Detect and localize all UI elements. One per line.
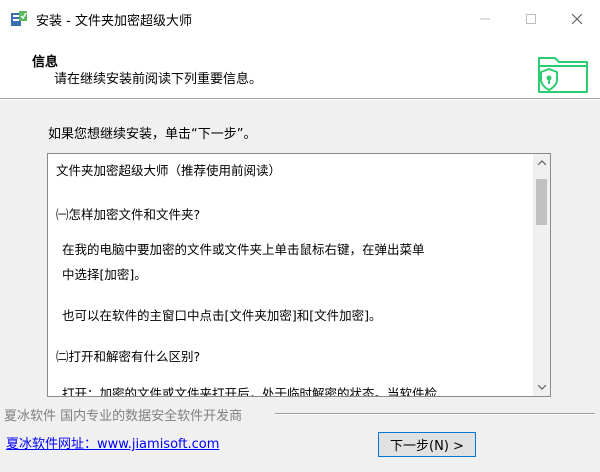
readme-line: 在我的电脑中要加密的文件或文件夹上单击鼠标右键，在弹出菜单 xyxy=(62,242,425,257)
vertical-scrollbar[interactable] xyxy=(533,154,550,396)
close-icon xyxy=(572,14,582,24)
shield-folder-icon xyxy=(538,57,588,93)
scroll-down-button[interactable] xyxy=(533,379,550,396)
readme-line: 打开：加密的文件或文件夹打开后，处于临时解密的状态。当软件检 xyxy=(62,386,438,397)
maximize-button[interactable] xyxy=(508,0,554,38)
page-header: 信息 请在继续安装前阅读下列重要信息。 xyxy=(0,38,600,98)
readme-line: 也可以在软件的主窗口中点击[文件夹加密]和[文件加密]。 xyxy=(62,308,382,323)
next-button[interactable]: 下一步(N) > xyxy=(378,432,476,457)
chevron-down-icon xyxy=(537,385,546,390)
scroll-thumb[interactable] xyxy=(536,179,547,225)
installer-app-icon xyxy=(11,11,27,26)
website-link[interactable]: 夏冰软件网址：www.jiamisoft.com xyxy=(6,433,219,452)
title-bar: 安装 - 文件夹加密超级大师 xyxy=(0,0,600,38)
readme-line: 文件夹加密超级大师（推荐使用前阅读） xyxy=(56,163,282,178)
header-divider-highlight xyxy=(0,99,600,100)
vendor-label: 夏冰软件 国内专业的数据安全软件开发商 xyxy=(4,409,243,424)
readme-textbox[interactable]: 文件夹加密超级大师（推荐使用前阅读） ㈠怎样加密文件和文件夹? 在我的电脑中要加… xyxy=(47,153,551,397)
scroll-up-button[interactable] xyxy=(533,154,550,171)
minimize-icon xyxy=(480,18,490,20)
readme-line: ㈡打开和解密有什么区别? xyxy=(56,349,201,364)
instruction-text: 如果您想继续安装，单击“下一步”。 xyxy=(48,127,257,142)
close-button[interactable] xyxy=(554,0,600,38)
maximize-icon xyxy=(526,14,536,24)
page-subtitle: 请在继续安装前阅读下列重要信息。 xyxy=(54,72,263,87)
readme-line: 中选择[加密]。 xyxy=(62,267,147,282)
readme-line: ㈠怎样加密文件和文件夹? xyxy=(56,207,201,222)
minimize-button[interactable] xyxy=(462,0,508,38)
window-title: 安装 - 文件夹加密超级大师 xyxy=(36,14,192,29)
footer-divider-highlight xyxy=(275,414,595,415)
chevron-up-icon xyxy=(537,160,546,165)
